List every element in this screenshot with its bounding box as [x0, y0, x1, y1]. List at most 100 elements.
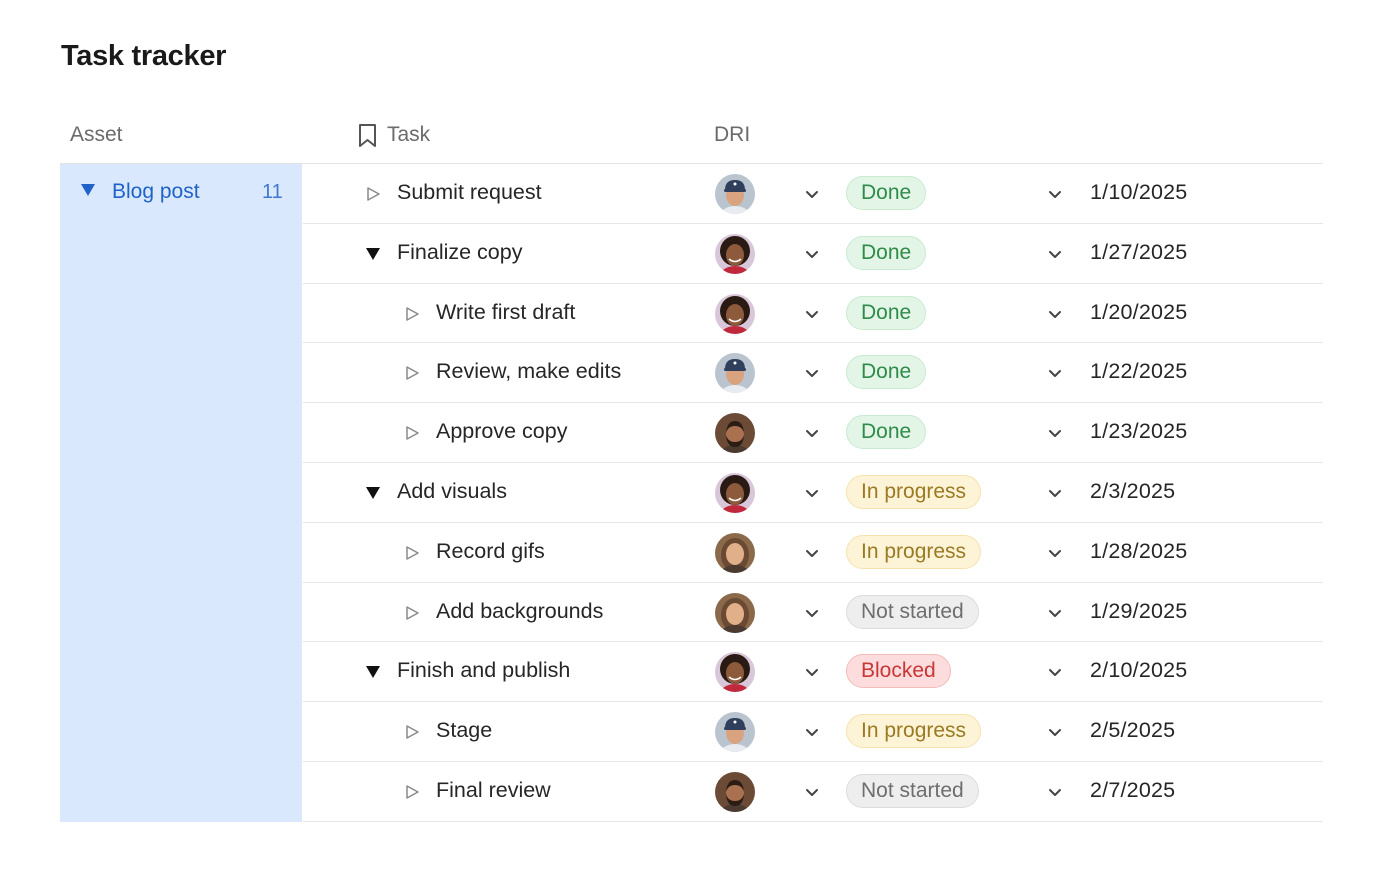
asset-task-count: 11: [262, 181, 283, 203]
task-name[interactable]: Finalize copy: [397, 240, 522, 265]
column-header-asset-label: Asset: [70, 123, 123, 146]
due-date[interactable]: 1/29/2025: [1090, 599, 1187, 624]
table-row[interactable]: Finish and publish Blocked 2/10/2025: [303, 642, 1323, 703]
collapsed-triangle-icon[interactable]: [404, 365, 420, 381]
status-badge[interactable]: Not started: [846, 773, 979, 808]
collapsed-triangle-icon[interactable]: [404, 545, 420, 561]
status-badge[interactable]: Done: [846, 415, 927, 450]
chevron-down-icon[interactable]: [1046, 185, 1064, 203]
chevron-down-icon[interactable]: [1046, 245, 1064, 263]
avatar[interactable]: [715, 712, 755, 753]
status-badge[interactable]: Done: [846, 295, 927, 330]
table-row[interactable]: Stage In progress 2/5/2025: [303, 702, 1323, 762]
expand-triangle-icon[interactable]: [365, 664, 381, 680]
bookmark-icon: [359, 123, 376, 147]
table-row[interactable]: Review, make edits Done 1/22/2025: [303, 343, 1323, 404]
table-row[interactable]: Add backgrounds Not started 1/29/2025: [303, 583, 1323, 643]
status-badge[interactable]: In progress: [846, 474, 982, 509]
expand-triangle-icon[interactable]: [365, 246, 381, 262]
due-date[interactable]: 2/3/2025: [1090, 479, 1175, 504]
collapsed-triangle-icon[interactable]: [404, 425, 420, 441]
status-badge[interactable]: Done: [846, 235, 927, 270]
due-date[interactable]: 1/27/2025: [1090, 240, 1187, 265]
task-name[interactable]: Record gifs: [436, 539, 545, 564]
avatar[interactable]: [715, 472, 755, 513]
due-date[interactable]: 1/10/2025: [1090, 180, 1187, 205]
chevron-down-icon[interactable]: [1046, 424, 1064, 442]
task-name[interactable]: Add backgrounds: [436, 599, 603, 624]
avatar[interactable]: [715, 293, 755, 334]
chevron-down-icon[interactable]: [803, 604, 821, 622]
chevron-down-icon[interactable]: [803, 424, 821, 442]
avatar[interactable]: [715, 652, 755, 693]
task-name[interactable]: Approve copy: [436, 419, 567, 444]
asset-group-cell[interactable]: Blog post 11: [60, 164, 302, 822]
collapsed-triangle-icon[interactable]: [404, 306, 420, 322]
table-row[interactable]: Write first draft Done 1/20/2025: [303, 284, 1323, 344]
chevron-down-icon[interactable]: [803, 663, 821, 681]
table-row[interactable]: Final review Not started 2/7/2025: [303, 762, 1323, 822]
task-table: Submit request Done 1/10/2025 Finalize cop…: [303, 164, 1323, 822]
table-row[interactable]: Approve copy Done 1/23/2025: [303, 403, 1323, 463]
task-name[interactable]: Final review: [436, 778, 551, 803]
chevron-down-icon[interactable]: [803, 305, 821, 323]
expand-triangle-icon[interactable]: [365, 485, 381, 501]
due-date[interactable]: 1/28/2025: [1090, 539, 1187, 564]
avatar[interactable]: [715, 771, 755, 812]
due-date[interactable]: 1/20/2025: [1090, 300, 1187, 325]
chevron-down-icon[interactable]: [803, 484, 821, 502]
table-row[interactable]: Submit request Done 1/10/2025: [303, 164, 1323, 224]
status-badge[interactable]: Blocked: [846, 654, 951, 689]
column-header-dri[interactable]: DRI: [714, 121, 750, 149]
chevron-down-icon[interactable]: [803, 723, 821, 741]
avatar[interactable]: [715, 353, 755, 394]
column-header-task[interactable]: Task: [357, 121, 430, 149]
chevron-down-icon[interactable]: [803, 544, 821, 562]
collapsed-triangle-icon[interactable]: [404, 784, 420, 800]
chevron-down-icon[interactable]: [1046, 663, 1064, 681]
chevron-down-icon[interactable]: [803, 783, 821, 801]
collapsed-triangle-icon[interactable]: [404, 724, 420, 740]
chevron-down-icon[interactable]: [803, 364, 821, 382]
chevron-down-icon[interactable]: [803, 245, 821, 263]
status-badge[interactable]: Done: [846, 176, 927, 210]
task-name[interactable]: Add visuals: [397, 479, 507, 504]
chevron-down-icon[interactable]: [1046, 305, 1064, 323]
page-title: Task tracker: [61, 40, 227, 72]
column-header-asset[interactable]: Asset: [70, 121, 123, 149]
task-name[interactable]: Write first draft: [436, 300, 575, 325]
table-row[interactable]: Add visuals In progress 2/3/2025: [303, 463, 1323, 523]
status-badge[interactable]: Not started: [846, 594, 979, 629]
due-date[interactable]: 1/22/2025: [1090, 359, 1187, 384]
avatar[interactable]: [715, 413, 755, 454]
avatar[interactable]: [715, 532, 755, 573]
column-header-task-label: Task: [387, 123, 431, 146]
due-date[interactable]: 2/10/2025: [1090, 658, 1187, 683]
task-name[interactable]: Review, make edits: [436, 359, 621, 384]
chevron-down-icon[interactable]: [1046, 544, 1064, 562]
collapsed-triangle-icon[interactable]: [404, 605, 420, 621]
table-row[interactable]: Record gifs In progress 1/28/2025: [303, 523, 1323, 583]
collapsed-triangle-icon[interactable]: [365, 186, 381, 202]
asset-name[interactable]: Blog post: [112, 180, 200, 204]
chevron-down-icon[interactable]: [1046, 783, 1064, 801]
expand-triangle-icon[interactable]: [80, 182, 96, 198]
chevron-down-icon[interactable]: [1046, 604, 1064, 622]
avatar[interactable]: [715, 233, 755, 274]
status-badge[interactable]: In progress: [846, 714, 982, 749]
task-name[interactable]: Submit request: [397, 180, 542, 205]
status-badge[interactable]: In progress: [846, 534, 982, 569]
chevron-down-icon[interactable]: [803, 185, 821, 203]
task-name[interactable]: Finish and publish: [397, 658, 570, 683]
status-badge[interactable]: Done: [846, 355, 927, 390]
due-date[interactable]: 2/7/2025: [1090, 778, 1175, 803]
chevron-down-icon[interactable]: [1046, 723, 1064, 741]
task-name[interactable]: Stage: [436, 718, 492, 743]
table-row[interactable]: Finalize copy Done 1/27/2025: [303, 224, 1323, 284]
avatar[interactable]: [715, 174, 755, 214]
due-date[interactable]: 2/5/2025: [1090, 718, 1175, 743]
chevron-down-icon[interactable]: [1046, 484, 1064, 502]
chevron-down-icon[interactable]: [1046, 364, 1064, 382]
avatar[interactable]: [715, 592, 755, 633]
due-date[interactable]: 1/23/2025: [1090, 419, 1187, 444]
